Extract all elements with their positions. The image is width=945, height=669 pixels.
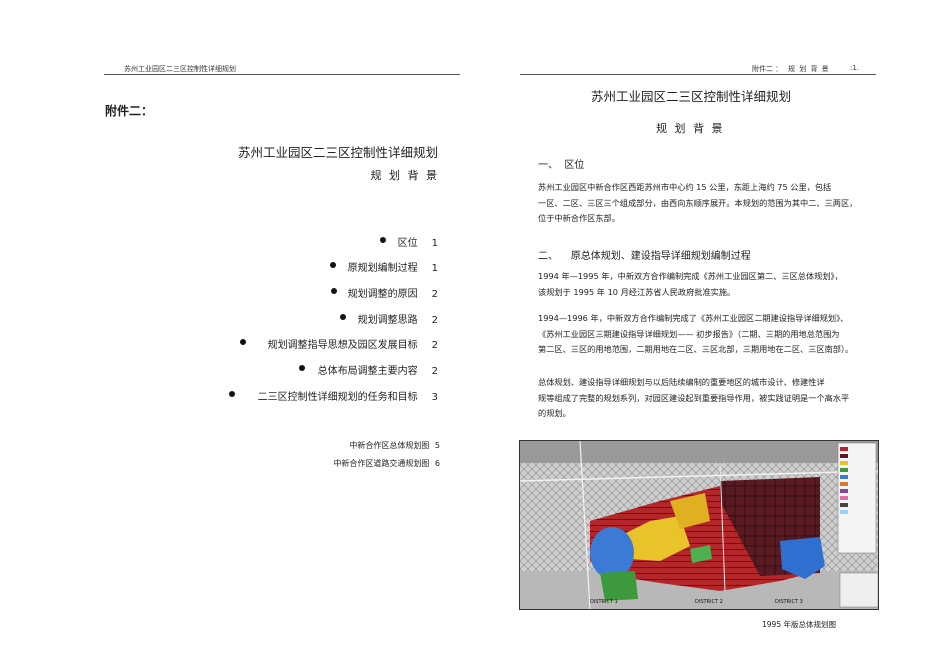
- text-line: 该规划于 1995 年 10 月经江苏省人民政府批准实施。: [538, 286, 736, 297]
- text-line: 《苏州工业园区三期建设指导详细规划—— 初步报告》（二期、三期的用地总范围为: [538, 328, 840, 339]
- map-label-district-2: DISTRICT 2: [695, 599, 723, 605]
- figure-list-item[interactable]: 中新合作区道路交通规划图 6: [333, 458, 440, 469]
- section1-heading: 一、 区位: [538, 160, 585, 171]
- toc-item-page: 2: [431, 289, 438, 300]
- master-plan-map: DISTRICT 1 DISTRICT 2 DISTRICT 3: [519, 440, 879, 610]
- toc-item[interactable]: 原规划编制过程 1: [348, 259, 438, 274]
- section2-paragraph-3: 总体规划、建设指导详细规划与以后陆续编制的重要地区的城市设计、修建性详 规等组成…: [538, 375, 878, 422]
- right-header-left: 附件二 ：: [752, 65, 783, 73]
- toc-item-label: 规划调整思路: [357, 315, 418, 326]
- text-line: 1994 年—1995 年，中新双方合作编制完成《苏州工业园区第二、三区总体规划…: [538, 271, 843, 281]
- toc-bullet: [340, 314, 346, 320]
- figure-label: 中新合作区总体规划图: [349, 441, 430, 450]
- toc-item[interactable]: 总体布局调整主要内容 2: [318, 362, 438, 377]
- toc-bullet: [229, 391, 235, 397]
- text-line: 一区、二区、三区三个组成部分，由西向东顺序展开。本规划的范围为其中二、三两区，: [538, 197, 858, 208]
- toc-item[interactable]: 区位 1: [398, 234, 438, 249]
- left-subtitle: 规 划 背 景: [370, 169, 439, 182]
- right-header-rule: [520, 74, 876, 75]
- toc-item-label: 二三区控制性详细规划的任务和目标: [257, 392, 418, 403]
- section1-paragraph: 苏州工业园区中新合作区西距苏州市中心约 15 公里，东距上海约 75 公里，包括…: [538, 180, 878, 227]
- right-header-mid: 规 划 背 景: [788, 65, 830, 73]
- toc-item-label: 区位: [397, 238, 418, 249]
- toc-bullet: [380, 237, 386, 243]
- toc-item-page: 1: [431, 238, 438, 249]
- map-graphic: [520, 441, 878, 609]
- section2-paragraph-1: 1994 年—1995 年，中新双方合作编制完成《苏州工业园区第二、三区总体规划…: [538, 269, 878, 300]
- text-line: 规等组成了完整的规划系列，对园区建设起到重要指导作用，被实践证明是一个高水平: [538, 392, 850, 403]
- toc-bullet: [330, 262, 336, 268]
- toc-item-label: 规划调整的原因: [347, 289, 418, 300]
- toc-item[interactable]: 规划调整思路 2: [358, 311, 438, 326]
- toc-item[interactable]: 规划调整的原因 2: [348, 285, 438, 300]
- left-header-text: 苏州工业园区二三区控制性详细规划: [124, 65, 236, 73]
- toc-item[interactable]: 规划调整指导思想及园区发展目标 2: [268, 336, 438, 351]
- map-caption: 1995 年版总体规划图: [762, 620, 836, 629]
- toc-item-page: 1: [431, 263, 438, 274]
- toc-item-label: 总体布局调整主要内容: [317, 366, 418, 377]
- text-line: 的规划。: [538, 408, 571, 418]
- toc-bullet: [331, 288, 337, 294]
- left-title: 苏州工业园区二三区控制性详细规划: [237, 145, 438, 160]
- text-line: 1994—1996 年，中新双方合作编制完成了《苏州工业园区二期建设指导详细规划…: [538, 313, 849, 323]
- right-subtitle: 规 划 背 景: [656, 122, 725, 135]
- toc-item-page: 2: [431, 315, 438, 326]
- section2-paragraph-2: 1994—1996 年，中新双方合作编制完成了《苏州工业园区二期建设指导详细规划…: [538, 311, 878, 358]
- text-line: 苏州工业园区中新合作区西距苏州市中心约 15 公里，东距上海约 75 公里，包括: [538, 182, 832, 192]
- toc-item-page: 2: [431, 340, 438, 351]
- figure-list-item[interactable]: 中新合作区总体规划图 5: [349, 440, 440, 451]
- toc-bullet: [240, 339, 246, 345]
- toc-item-label: 规划调整指导思想及园区发展目标: [267, 340, 418, 351]
- text-line: 第二区、三区的用地范围，二期用地在二区、三区北部，三期用地在二区、三区南部）。: [538, 344, 854, 354]
- figure-label: 中新合作区道路交通规划图: [333, 459, 430, 468]
- map-label-district-3: DISTRICT 3: [775, 599, 803, 605]
- left-header-rule: [104, 74, 460, 75]
- toc-bullet: [299, 365, 305, 371]
- section2-heading: 二、 原总体规划、建设指导详细规划编制过程: [538, 251, 751, 262]
- toc-item-page: 3: [431, 392, 438, 403]
- right-header-right: :1.: [850, 64, 860, 72]
- text-line: 位于中新合作区东部。: [538, 213, 620, 223]
- toc-item-page: 2: [431, 366, 438, 377]
- toc-item[interactable]: 二三区控制性详细规划的任务和目标 3: [258, 388, 438, 403]
- figure-page: 5: [434, 441, 440, 450]
- text-line: 总体规划、建设指导详细规划与以后陆续编制的重要地区的城市设计、修建性详: [538, 377, 825, 387]
- figure-page: 6: [434, 459, 440, 468]
- attachment-label: 附件二：: [105, 104, 154, 118]
- map-label-district-1: DISTRICT 1: [590, 599, 618, 605]
- right-title: 苏州工业园区二三区控制性详细规划: [591, 89, 792, 104]
- toc-item-label: 原规划编制过程: [347, 263, 418, 274]
